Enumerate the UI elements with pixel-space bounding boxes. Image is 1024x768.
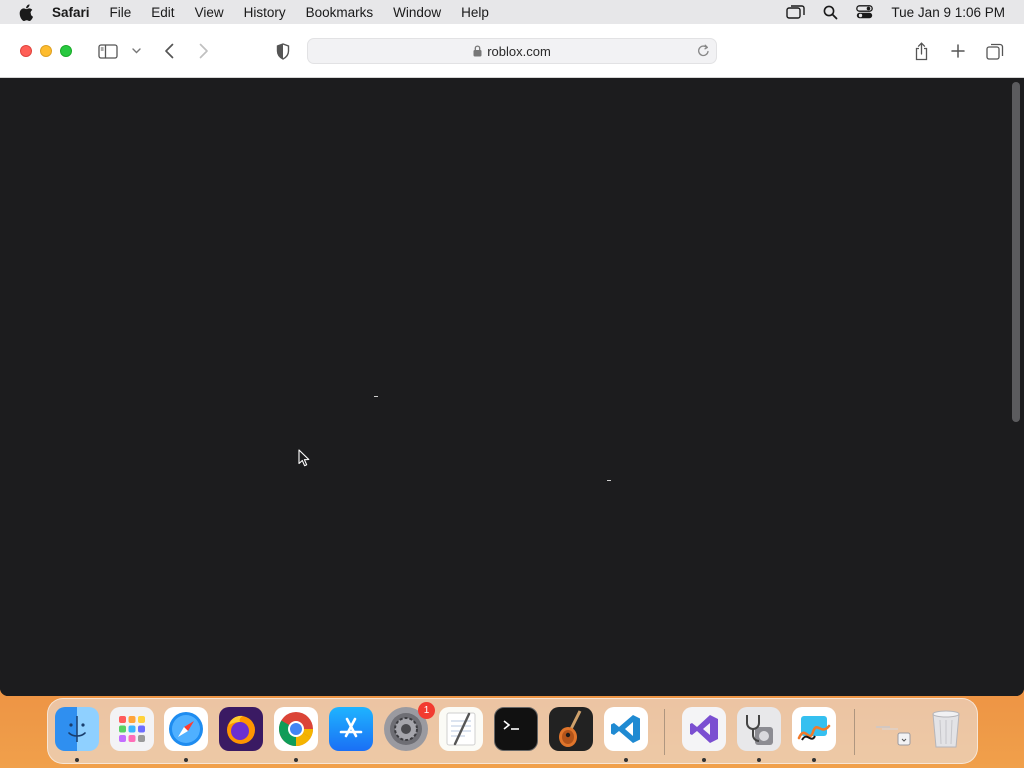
menu-app-name[interactable]: Safari: [52, 5, 90, 20]
launchpad-dock-icon[interactable]: [110, 707, 154, 751]
web-page-content[interactable]: [0, 78, 1024, 696]
garageband-dock-icon[interactable]: [549, 707, 593, 751]
textedit-dock-icon[interactable]: [439, 707, 483, 751]
disk-utility-dock-icon[interactable]: [737, 707, 781, 751]
notification-badge: 1: [418, 702, 435, 719]
maximize-window-button[interactable]: [60, 45, 72, 57]
disk-utility-running-dot: [757, 758, 761, 762]
back-arrow-icon[interactable]: [161, 41, 177, 61]
menu-bar: Safari File Edit View History Bookmarks …: [0, 0, 1024, 24]
system-settings-dock-icon[interactable]: 1: [384, 702, 435, 751]
vscode-running-dot: [624, 758, 628, 762]
sidebar-toggle-icon[interactable]: [97, 41, 119, 61]
menu-window[interactable]: Window: [393, 5, 441, 20]
display-mirror-icon[interactable]: [786, 5, 806, 19]
loading-artifact: [374, 396, 378, 397]
finder-running-dot: [75, 758, 79, 762]
reload-icon[interactable]: [697, 44, 710, 58]
control-center-icon[interactable]: [856, 5, 874, 19]
mouse-pointer-icon: [298, 449, 310, 472]
menu-bookmarks[interactable]: Bookmarks: [306, 5, 374, 20]
new-tab-plus-icon[interactable]: [949, 41, 967, 61]
dock-separator: [664, 709, 665, 755]
dock: 1: [47, 698, 978, 764]
close-window-button[interactable]: [20, 45, 32, 57]
visual-studio-dock-icon[interactable]: [682, 707, 726, 751]
menu-help[interactable]: Help: [461, 5, 489, 20]
safari-toolbar: roblox.com: [0, 24, 1024, 78]
safari-window: roblox.com: [0, 24, 1024, 696]
share-icon[interactable]: [912, 41, 930, 61]
menu-clock[interactable]: Tue Jan 9 1:06 PM: [891, 5, 1005, 20]
safari-dock-icon[interactable]: [164, 707, 208, 751]
menu-edit[interactable]: Edit: [151, 5, 174, 20]
menu-view[interactable]: View: [195, 5, 224, 20]
terminal-dock-icon[interactable]: [494, 707, 538, 751]
vscode-dock-icon[interactable]: [604, 707, 648, 751]
visual-studio-running-dot: [702, 758, 706, 762]
chrome-dock-icon[interactable]: [274, 707, 318, 751]
chrome-running-dot: [294, 758, 298, 762]
menu-history[interactable]: History: [244, 5, 286, 20]
spotlight-search-icon[interactable]: [823, 5, 838, 20]
freeform-running-dot: [812, 758, 816, 762]
firefox-dock-icon[interactable]: [219, 707, 263, 751]
dock-separator: [854, 709, 855, 755]
apple-logo-icon[interactable]: [19, 3, 35, 21]
privacy-shield-icon[interactable]: [274, 41, 292, 61]
trash-dock-icon[interactable]: [924, 707, 968, 751]
loading-artifact: [607, 480, 611, 481]
chevron-down-icon[interactable]: [130, 41, 142, 61]
vertical-scrollbar[interactable]: [1012, 82, 1020, 422]
lock-icon: [473, 45, 482, 57]
downloads-stack-dock-icon[interactable]: [870, 707, 914, 751]
tab-overview-icon[interactable]: [986, 41, 1004, 61]
forward-arrow-icon[interactable]: [196, 41, 212, 61]
freeform-dock-icon[interactable]: [792, 707, 836, 751]
app-store-dock-icon[interactable]: [329, 707, 373, 751]
address-bar[interactable]: roblox.com: [307, 38, 717, 64]
minimize-window-button[interactable]: [40, 45, 52, 57]
address-bar-url: roblox.com: [487, 43, 551, 59]
safari-running-dot: [184, 758, 188, 762]
finder-dock-icon[interactable]: [55, 707, 99, 751]
menu-file[interactable]: File: [110, 5, 132, 20]
